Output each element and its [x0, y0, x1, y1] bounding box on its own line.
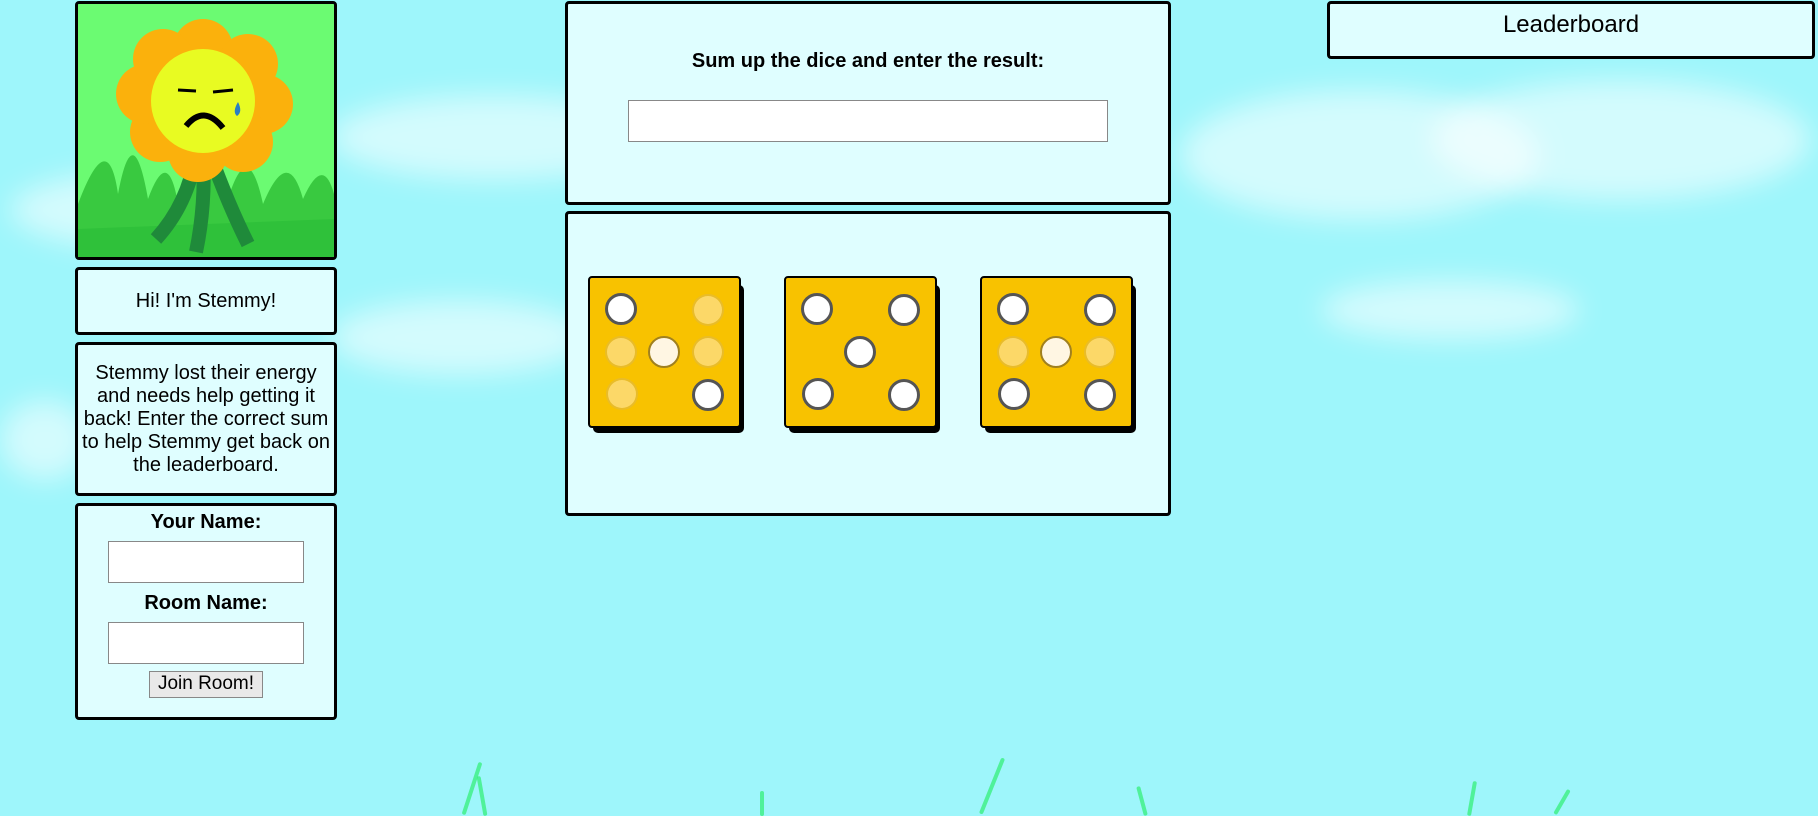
die-pip — [1040, 336, 1072, 368]
leaderboard-title: Leaderboard — [1502, 11, 1640, 38]
die-pip — [605, 336, 637, 368]
die-pip — [998, 378, 1030, 410]
die-pip — [844, 336, 876, 368]
die-pip — [648, 336, 680, 368]
join-room-form: Your Name: Room Name: Join Room! — [75, 503, 337, 720]
story-text: Stemmy lost their energy and needs help … — [82, 361, 330, 476]
greeting-text: Hi! I'm Stemmy! — [135, 289, 277, 312]
die-pip — [1084, 294, 1116, 326]
name-label: Your Name: — [150, 511, 262, 533]
die-pip — [692, 379, 724, 411]
cloud-decoration — [1430, 80, 1810, 200]
die-pip — [692, 336, 724, 368]
story-box: Stemmy lost their energy and needs help … — [75, 342, 337, 496]
leaderboard-panel: Leaderboard — [1327, 1, 1815, 59]
die-pip — [801, 293, 833, 325]
dice-sum-prompt: Sum up the dice and enter the result: — [691, 50, 1045, 72]
dice-panel — [565, 211, 1171, 516]
die-pip — [606, 378, 638, 410]
die-pip — [605, 293, 637, 325]
die-pip — [1084, 379, 1116, 411]
die-pip — [997, 336, 1029, 368]
room-label: Room Name: — [144, 592, 268, 614]
die-2 — [784, 276, 940, 433]
stemmy-flower-image — [78, 4, 334, 257]
character-avatar-panel — [75, 1, 337, 260]
greeting-box: Hi! I'm Stemmy! — [75, 267, 337, 335]
answer-input[interactable] — [628, 100, 1108, 142]
die-pip — [888, 294, 920, 326]
die-pip — [1084, 336, 1116, 368]
room-input[interactable] — [108, 622, 304, 664]
die-pip — [802, 378, 834, 410]
die-pip — [692, 294, 724, 326]
cloud-decoration — [1320, 280, 1580, 340]
die-pip — [888, 379, 920, 411]
die-3 — [980, 276, 1136, 433]
cloud-decoration — [330, 300, 590, 375]
die-1 — [588, 276, 744, 433]
name-input[interactable] — [108, 541, 304, 583]
die-pip — [997, 293, 1029, 325]
question-panel: Sum up the dice and enter the result: — [565, 1, 1171, 205]
join-room-button[interactable]: Join Room! — [148, 671, 264, 698]
